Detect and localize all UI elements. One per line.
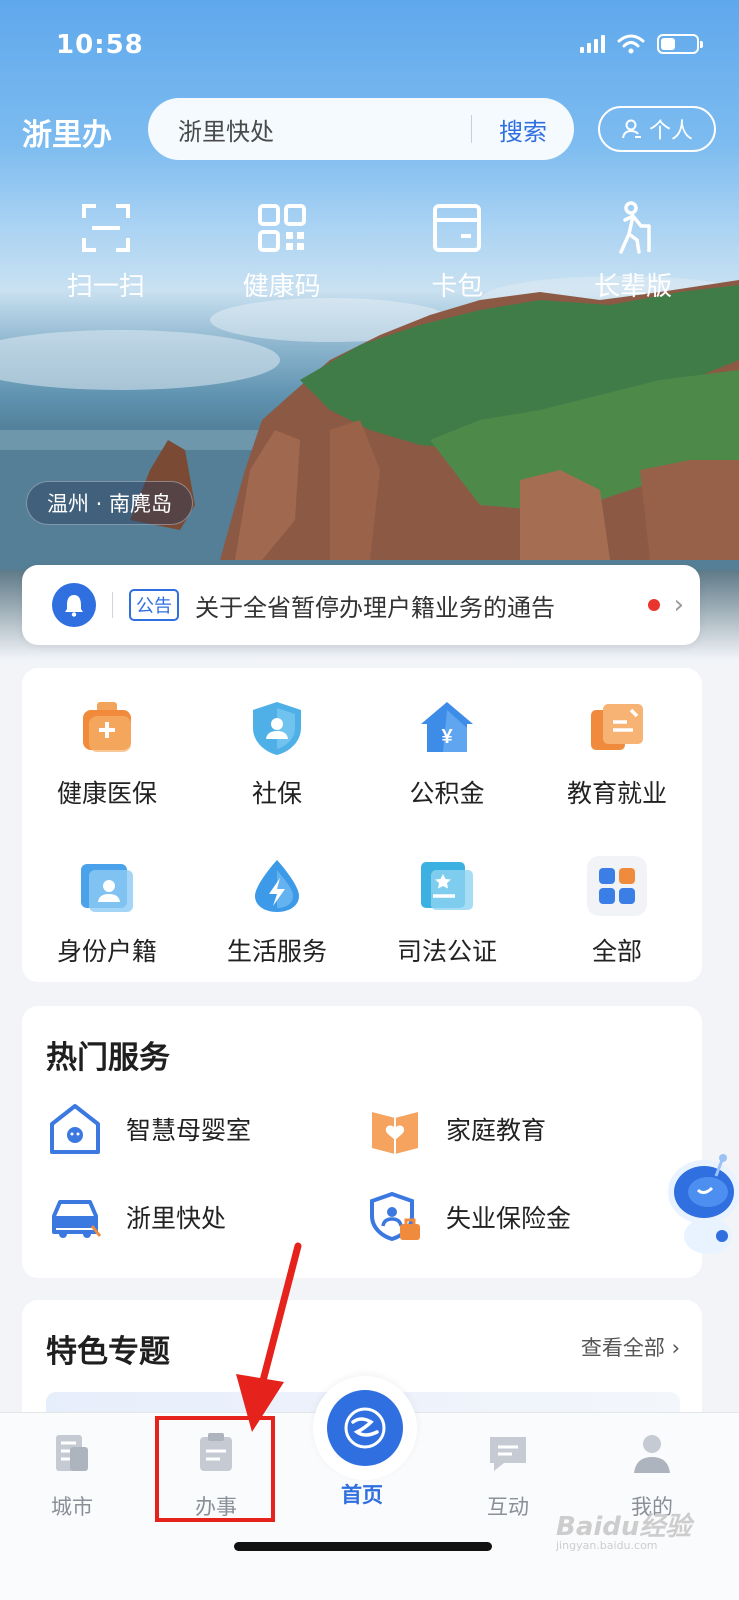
search-input[interactable]: 浙里快处	[148, 112, 471, 147]
robot-assistant-icon[interactable]	[646, 1136, 739, 1266]
hot-item-label: 失业保险金	[446, 1204, 572, 1233]
annotation-highlight-box	[155, 1416, 275, 1522]
view-all-label: 查看全部	[580, 1336, 665, 1360]
car-accident-icon	[52, 1200, 102, 1238]
search-button[interactable]: 搜索	[472, 112, 574, 147]
service-label: 社保	[251, 779, 302, 808]
quick-card-wallet[interactable]: 卡包	[382, 200, 532, 303]
unread-dot	[647, 599, 660, 611]
home-logo-icon	[344, 1407, 386, 1449]
drop-bolt-icon	[255, 860, 299, 912]
city-icon	[56, 1435, 88, 1471]
insurance-icon	[370, 1191, 420, 1242]
service-label: 健康医保	[56, 779, 157, 808]
house-yuan-icon: ¥	[421, 702, 473, 752]
quick-health-code-label: 健康码	[242, 272, 321, 302]
chevron-right-icon[interactable]: ›	[674, 590, 684, 620]
tab-label: 互动	[487, 1495, 529, 1519]
grid-all-icon	[587, 856, 647, 916]
hot-services-title: 热门服务	[46, 1040, 170, 1076]
profile-icon	[634, 1435, 670, 1473]
service-label: 司法公证	[396, 937, 497, 966]
person-icon	[621, 119, 641, 139]
personal-label: 个人	[648, 119, 693, 144]
featured-title: 特色专题	[46, 1334, 170, 1370]
service-life-services[interactable]: 生活服务	[192, 856, 362, 1014]
svg-text:¥: ¥	[441, 726, 453, 748]
quick-card-wallet-label: 卡包	[431, 272, 484, 302]
card-wallet-icon	[433, 204, 482, 252]
hot-family-education[interactable]: 家庭教育	[368, 1102, 688, 1156]
location-tag: 温州 · 南麂岛	[26, 481, 194, 525]
tab-label: 首页	[341, 1483, 383, 1507]
quick-elder-mode[interactable]: 长辈版	[558, 200, 708, 303]
watermark: Baidu经验 jingyan.baidu.com	[556, 1506, 691, 1552]
tab-label: 城市	[51, 1495, 93, 1519]
service-label: 全部	[591, 937, 642, 966]
education-icon	[591, 704, 643, 750]
elder-icon	[619, 201, 651, 254]
wifi-icon	[617, 34, 645, 54]
service-housing-fund[interactable]: ¥ 公积金	[362, 698, 532, 856]
view-all-link[interactable]: 查看全部 ›	[581, 1332, 680, 1362]
qr-code-icon	[257, 204, 306, 252]
service-all[interactable]: 全部	[532, 856, 702, 1014]
status-icons	[580, 34, 703, 54]
home-logo-button[interactable]	[327, 1390, 403, 1466]
service-judicial-notary[interactable]: 司法公证	[362, 856, 532, 1014]
medical-kit-icon	[83, 702, 131, 752]
hot-item-label: 智慧母婴室	[126, 1116, 252, 1145]
hot-item-label: 浙里快处	[126, 1204, 227, 1233]
search-bar[interactable]: 浙里快处 搜索	[148, 98, 574, 160]
hot-item-label: 家庭教育	[446, 1116, 547, 1145]
certificate-icon	[421, 862, 473, 910]
hot-services-card: 热门服务 智慧母婴室 家庭教育 浙里快处 失业保险金	[22, 1006, 702, 1278]
quick-scan[interactable]: 扫一扫	[31, 200, 181, 303]
personal-button[interactable]: 个人	[598, 106, 716, 152]
quick-scan-label: 扫一扫	[66, 272, 145, 302]
id-card-icon	[81, 864, 133, 912]
service-label: 教育就业	[566, 779, 667, 808]
baby-room-icon	[50, 1104, 100, 1154]
service-health-insurance[interactable]: 健康医保	[22, 698, 192, 856]
service-label: 生活服务	[226, 937, 327, 966]
service-identity-household[interactable]: 身份户籍	[22, 856, 192, 1014]
tab-interact[interactable]: 互动	[458, 1431, 558, 1521]
notice-divider	[112, 592, 113, 618]
hot-unemployment-insurance[interactable]: 失业保险金	[368, 1190, 688, 1244]
family-book-icon	[372, 1112, 418, 1154]
signal-icon	[580, 35, 605, 53]
shield-person-icon	[253, 702, 301, 755]
app-brand: 浙里办	[22, 118, 112, 153]
quick-health-code[interactable]: 健康码	[207, 200, 357, 303]
chevron-right-icon: ›	[671, 1336, 680, 1360]
battery-icon	[657, 34, 703, 54]
service-grid-card: 健康医保 社保 ¥ 公积金 教育就业 身份户籍 生活服务 司法公证 全部	[22, 668, 702, 982]
hot-baby-room[interactable]: 智慧母婴室	[48, 1102, 368, 1156]
quick-actions: 扫一扫 健康码 卡包 长辈版	[0, 200, 739, 303]
tab-city[interactable]: 城市	[22, 1431, 122, 1521]
service-education-employment[interactable]: 教育就业	[532, 698, 702, 856]
service-label: 公积金	[409, 779, 485, 808]
home-indicator	[234, 1542, 492, 1551]
notice-tag: 公告	[129, 589, 179, 621]
notice-text[interactable]: 关于全省暂停办理户籍业务的通告	[195, 588, 648, 623]
bell-icon	[52, 583, 96, 627]
status-time: 10:58	[56, 30, 144, 60]
chat-icon	[490, 1437, 526, 1471]
scan-icon	[81, 204, 130, 252]
service-label: 身份户籍	[56, 937, 157, 966]
notice-bar[interactable]: 公告 关于全省暂停办理户籍业务的通告 ›	[22, 565, 700, 645]
service-social-security[interactable]: 社保	[192, 698, 362, 856]
watermark-text: Baidu经验	[556, 1512, 692, 1542]
hot-quick-accident[interactable]: 浙里快处	[48, 1190, 368, 1244]
quick-elder-label: 长辈版	[594, 272, 673, 302]
